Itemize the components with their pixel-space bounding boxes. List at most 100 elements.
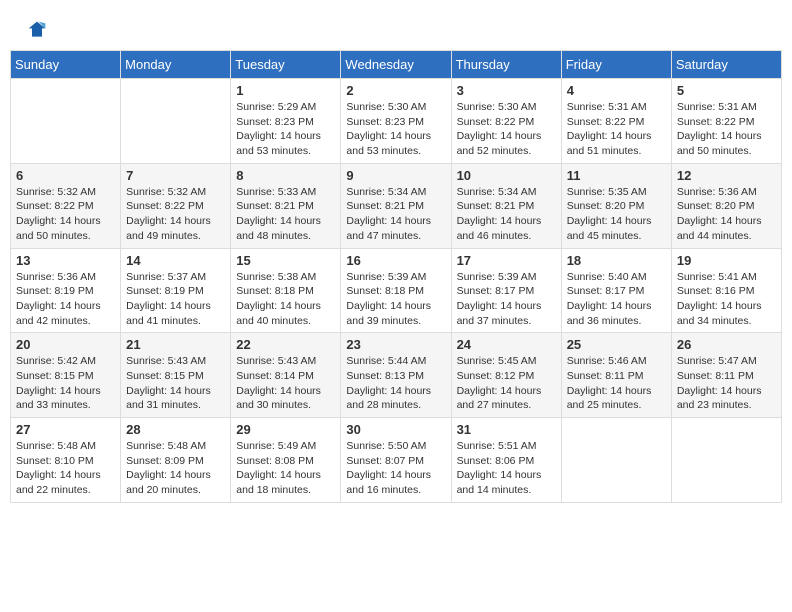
- calendar-cell: 7 Sunrise: 5:32 AM Sunset: 8:22 PM Daylig…: [121, 163, 231, 248]
- calendar-cell: 10 Sunrise: 5:34 AM Sunset: 8:21 PM Dayli…: [451, 163, 561, 248]
- day-info: Sunrise: 5:43 AM Sunset: 8:15 PM Dayligh…: [126, 354, 225, 413]
- day-number: 17: [457, 253, 556, 268]
- calendar-cell: 27 Sunrise: 5:48 AM Sunset: 8:10 PM Dayli…: [11, 418, 121, 503]
- calendar-cell: 25Sunrise: 5:46 AM Sunset: 8:11 PM Dayli…: [561, 333, 671, 418]
- day-info: Sunrise: 5:39 AM Sunset: 8:17 PM Dayligh…: [457, 270, 556, 329]
- calendar-cell: 29 Sunrise: 5:49 AM Sunset: 8:08 PM Dayli…: [231, 418, 341, 503]
- day-info: Sunrise: 5:32 AM Sunset: 8:22 PM Dayligh…: [16, 185, 115, 244]
- day-info: Sunrise: 5:46 AM Sunset: 8:11 PM Dayligh…: [567, 354, 666, 413]
- day-info: Sunrise: 5:51 AM Sunset: 8:06 PM Dayligh…: [457, 439, 556, 498]
- day-info: Sunrise: 5:31 AM Sunset: 8:22 PM Dayligh…: [567, 100, 666, 159]
- day-number: 31: [457, 422, 556, 437]
- calendar-week-row: 1 Sunrise: 5:29 AM Sunset: 8:23 PM Daylig…: [11, 79, 782, 164]
- calendar-cell: 20 Sunrise: 5:42 AM Sunset: 8:15 PM Dayli…: [11, 333, 121, 418]
- day-number: 6: [16, 168, 115, 183]
- day-info: Sunrise: 5:49 AM Sunset: 8:08 PM Dayligh…: [236, 439, 335, 498]
- calendar-cell: 4 Sunrise: 5:31 AM Sunset: 8:22 PM Daylig…: [561, 79, 671, 164]
- day-info: Sunrise: 5:48 AM Sunset: 8:09 PM Dayligh…: [126, 439, 225, 498]
- calendar-cell: [671, 418, 781, 503]
- calendar-cell: 19Sunrise: 5:41 AM Sunset: 8:16 PM Dayli…: [671, 248, 781, 333]
- calendar-cell: 12Sunrise: 5:36 AM Sunset: 8:20 PM Dayli…: [671, 163, 781, 248]
- day-number: 14: [126, 253, 225, 268]
- day-of-week-header: Monday: [121, 51, 231, 79]
- day-number: 20: [16, 337, 115, 352]
- calendar-cell: 5 Sunrise: 5:31 AM Sunset: 8:22 PM Daylig…: [671, 79, 781, 164]
- day-info: Sunrise: 5:38 AM Sunset: 8:18 PM Dayligh…: [236, 270, 335, 329]
- day-number: 13: [16, 253, 115, 268]
- day-number: 15: [236, 253, 335, 268]
- day-info: Sunrise: 5:30 AM Sunset: 8:22 PM Dayligh…: [457, 100, 556, 159]
- calendar-cell: 17 Sunrise: 5:39 AM Sunset: 8:17 PM Dayli…: [451, 248, 561, 333]
- calendar-cell: 15 Sunrise: 5:38 AM Sunset: 8:18 PM Dayli…: [231, 248, 341, 333]
- calendar-cell: [121, 79, 231, 164]
- day-number: 5: [677, 83, 776, 98]
- day-info: Sunrise: 5:32 AM Sunset: 8:22 PM Dayligh…: [126, 185, 225, 244]
- calendar-cell: 13 Sunrise: 5:36 AM Sunset: 8:19 PM Dayli…: [11, 248, 121, 333]
- day-info: Sunrise: 5:31 AM Sunset: 8:22 PM Dayligh…: [677, 100, 776, 159]
- day-number: 26: [677, 337, 776, 352]
- calendar-cell: 2Sunrise: 5:30 AM Sunset: 8:23 PM Daylig…: [341, 79, 451, 164]
- day-number: 19: [677, 253, 776, 268]
- calendar-cell: 23Sunrise: 5:44 AM Sunset: 8:13 PM Dayli…: [341, 333, 451, 418]
- day-number: 30: [346, 422, 445, 437]
- calendar-cell: 6 Sunrise: 5:32 AM Sunset: 8:22 PM Daylig…: [11, 163, 121, 248]
- day-of-week-header: Tuesday: [231, 51, 341, 79]
- day-info: Sunrise: 5:45 AM Sunset: 8:12 PM Dayligh…: [457, 354, 556, 413]
- calendar-week-row: 13 Sunrise: 5:36 AM Sunset: 8:19 PM Dayli…: [11, 248, 782, 333]
- day-info: Sunrise: 5:33 AM Sunset: 8:21 PM Dayligh…: [236, 185, 335, 244]
- calendar-table: SundayMondayTuesdayWednesdayThursdayFrid…: [10, 50, 782, 503]
- day-of-week-header: Friday: [561, 51, 671, 79]
- day-info: Sunrise: 5:30 AM Sunset: 8:23 PM Dayligh…: [346, 100, 445, 159]
- calendar-cell: 31 Sunrise: 5:51 AM Sunset: 8:06 PM Dayli…: [451, 418, 561, 503]
- day-number: 4: [567, 83, 666, 98]
- day-info: Sunrise: 5:39 AM Sunset: 8:18 PM Dayligh…: [346, 270, 445, 329]
- logo: [25, 20, 47, 40]
- day-info: Sunrise: 5:47 AM Sunset: 8:11 PM Dayligh…: [677, 354, 776, 413]
- calendar-week-row: 6 Sunrise: 5:32 AM Sunset: 8:22 PM Daylig…: [11, 163, 782, 248]
- day-info: Sunrise: 5:36 AM Sunset: 8:19 PM Dayligh…: [16, 270, 115, 329]
- calendar-cell: 3Sunrise: 5:30 AM Sunset: 8:22 PM Daylig…: [451, 79, 561, 164]
- day-info: Sunrise: 5:42 AM Sunset: 8:15 PM Dayligh…: [16, 354, 115, 413]
- day-number: 10: [457, 168, 556, 183]
- day-number: 16: [346, 253, 445, 268]
- day-info: Sunrise: 5:29 AM Sunset: 8:23 PM Dayligh…: [236, 100, 335, 159]
- day-info: Sunrise: 5:44 AM Sunset: 8:13 PM Dayligh…: [346, 354, 445, 413]
- day-info: Sunrise: 5:36 AM Sunset: 8:20 PM Dayligh…: [677, 185, 776, 244]
- calendar-cell: 9Sunrise: 5:34 AM Sunset: 8:21 PM Daylig…: [341, 163, 451, 248]
- calendar-header-row: SundayMondayTuesdayWednesdayThursdayFrid…: [11, 51, 782, 79]
- calendar-week-row: 20 Sunrise: 5:42 AM Sunset: 8:15 PM Dayli…: [11, 333, 782, 418]
- day-number: 21: [126, 337, 225, 352]
- calendar-cell: [561, 418, 671, 503]
- day-of-week-header: Sunday: [11, 51, 121, 79]
- day-of-week-header: Wednesday: [341, 51, 451, 79]
- calendar-cell: 18Sunrise: 5:40 AM Sunset: 8:17 PM Dayli…: [561, 248, 671, 333]
- day-info: Sunrise: 5:37 AM Sunset: 8:19 PM Dayligh…: [126, 270, 225, 329]
- day-info: Sunrise: 5:40 AM Sunset: 8:17 PM Dayligh…: [567, 270, 666, 329]
- day-info: Sunrise: 5:50 AM Sunset: 8:07 PM Dayligh…: [346, 439, 445, 498]
- calendar-week-row: 27 Sunrise: 5:48 AM Sunset: 8:10 PM Dayli…: [11, 418, 782, 503]
- calendar-cell: 26 Sunrise: 5:47 AM Sunset: 8:11 PM Dayli…: [671, 333, 781, 418]
- day-of-week-header: Thursday: [451, 51, 561, 79]
- day-number: 24: [457, 337, 556, 352]
- logo-icon: [27, 20, 47, 40]
- calendar-cell: 28Sunrise: 5:48 AM Sunset: 8:09 PM Dayli…: [121, 418, 231, 503]
- day-info: Sunrise: 5:34 AM Sunset: 8:21 PM Dayligh…: [457, 185, 556, 244]
- day-number: 22: [236, 337, 335, 352]
- day-number: 27: [16, 422, 115, 437]
- calendar-cell: 1 Sunrise: 5:29 AM Sunset: 8:23 PM Daylig…: [231, 79, 341, 164]
- calendar-cell: 22 Sunrise: 5:43 AM Sunset: 8:14 PM Dayli…: [231, 333, 341, 418]
- calendar-cell: 21 Sunrise: 5:43 AM Sunset: 8:15 PM Dayli…: [121, 333, 231, 418]
- day-number: 29: [236, 422, 335, 437]
- calendar-cell: 8Sunrise: 5:33 AM Sunset: 8:21 PM Daylig…: [231, 163, 341, 248]
- calendar-cell: 24 Sunrise: 5:45 AM Sunset: 8:12 PM Dayli…: [451, 333, 561, 418]
- day-info: Sunrise: 5:43 AM Sunset: 8:14 PM Dayligh…: [236, 354, 335, 413]
- day-info: Sunrise: 5:48 AM Sunset: 8:10 PM Dayligh…: [16, 439, 115, 498]
- day-number: 11: [567, 168, 666, 183]
- day-of-week-header: Saturday: [671, 51, 781, 79]
- day-number: 1: [236, 83, 335, 98]
- page-header: [10, 10, 782, 45]
- day-number: 9: [346, 168, 445, 183]
- calendar-cell: 16 Sunrise: 5:39 AM Sunset: 8:18 PM Dayli…: [341, 248, 451, 333]
- calendar-cell: 14 Sunrise: 5:37 AM Sunset: 8:19 PM Dayli…: [121, 248, 231, 333]
- day-number: 7: [126, 168, 225, 183]
